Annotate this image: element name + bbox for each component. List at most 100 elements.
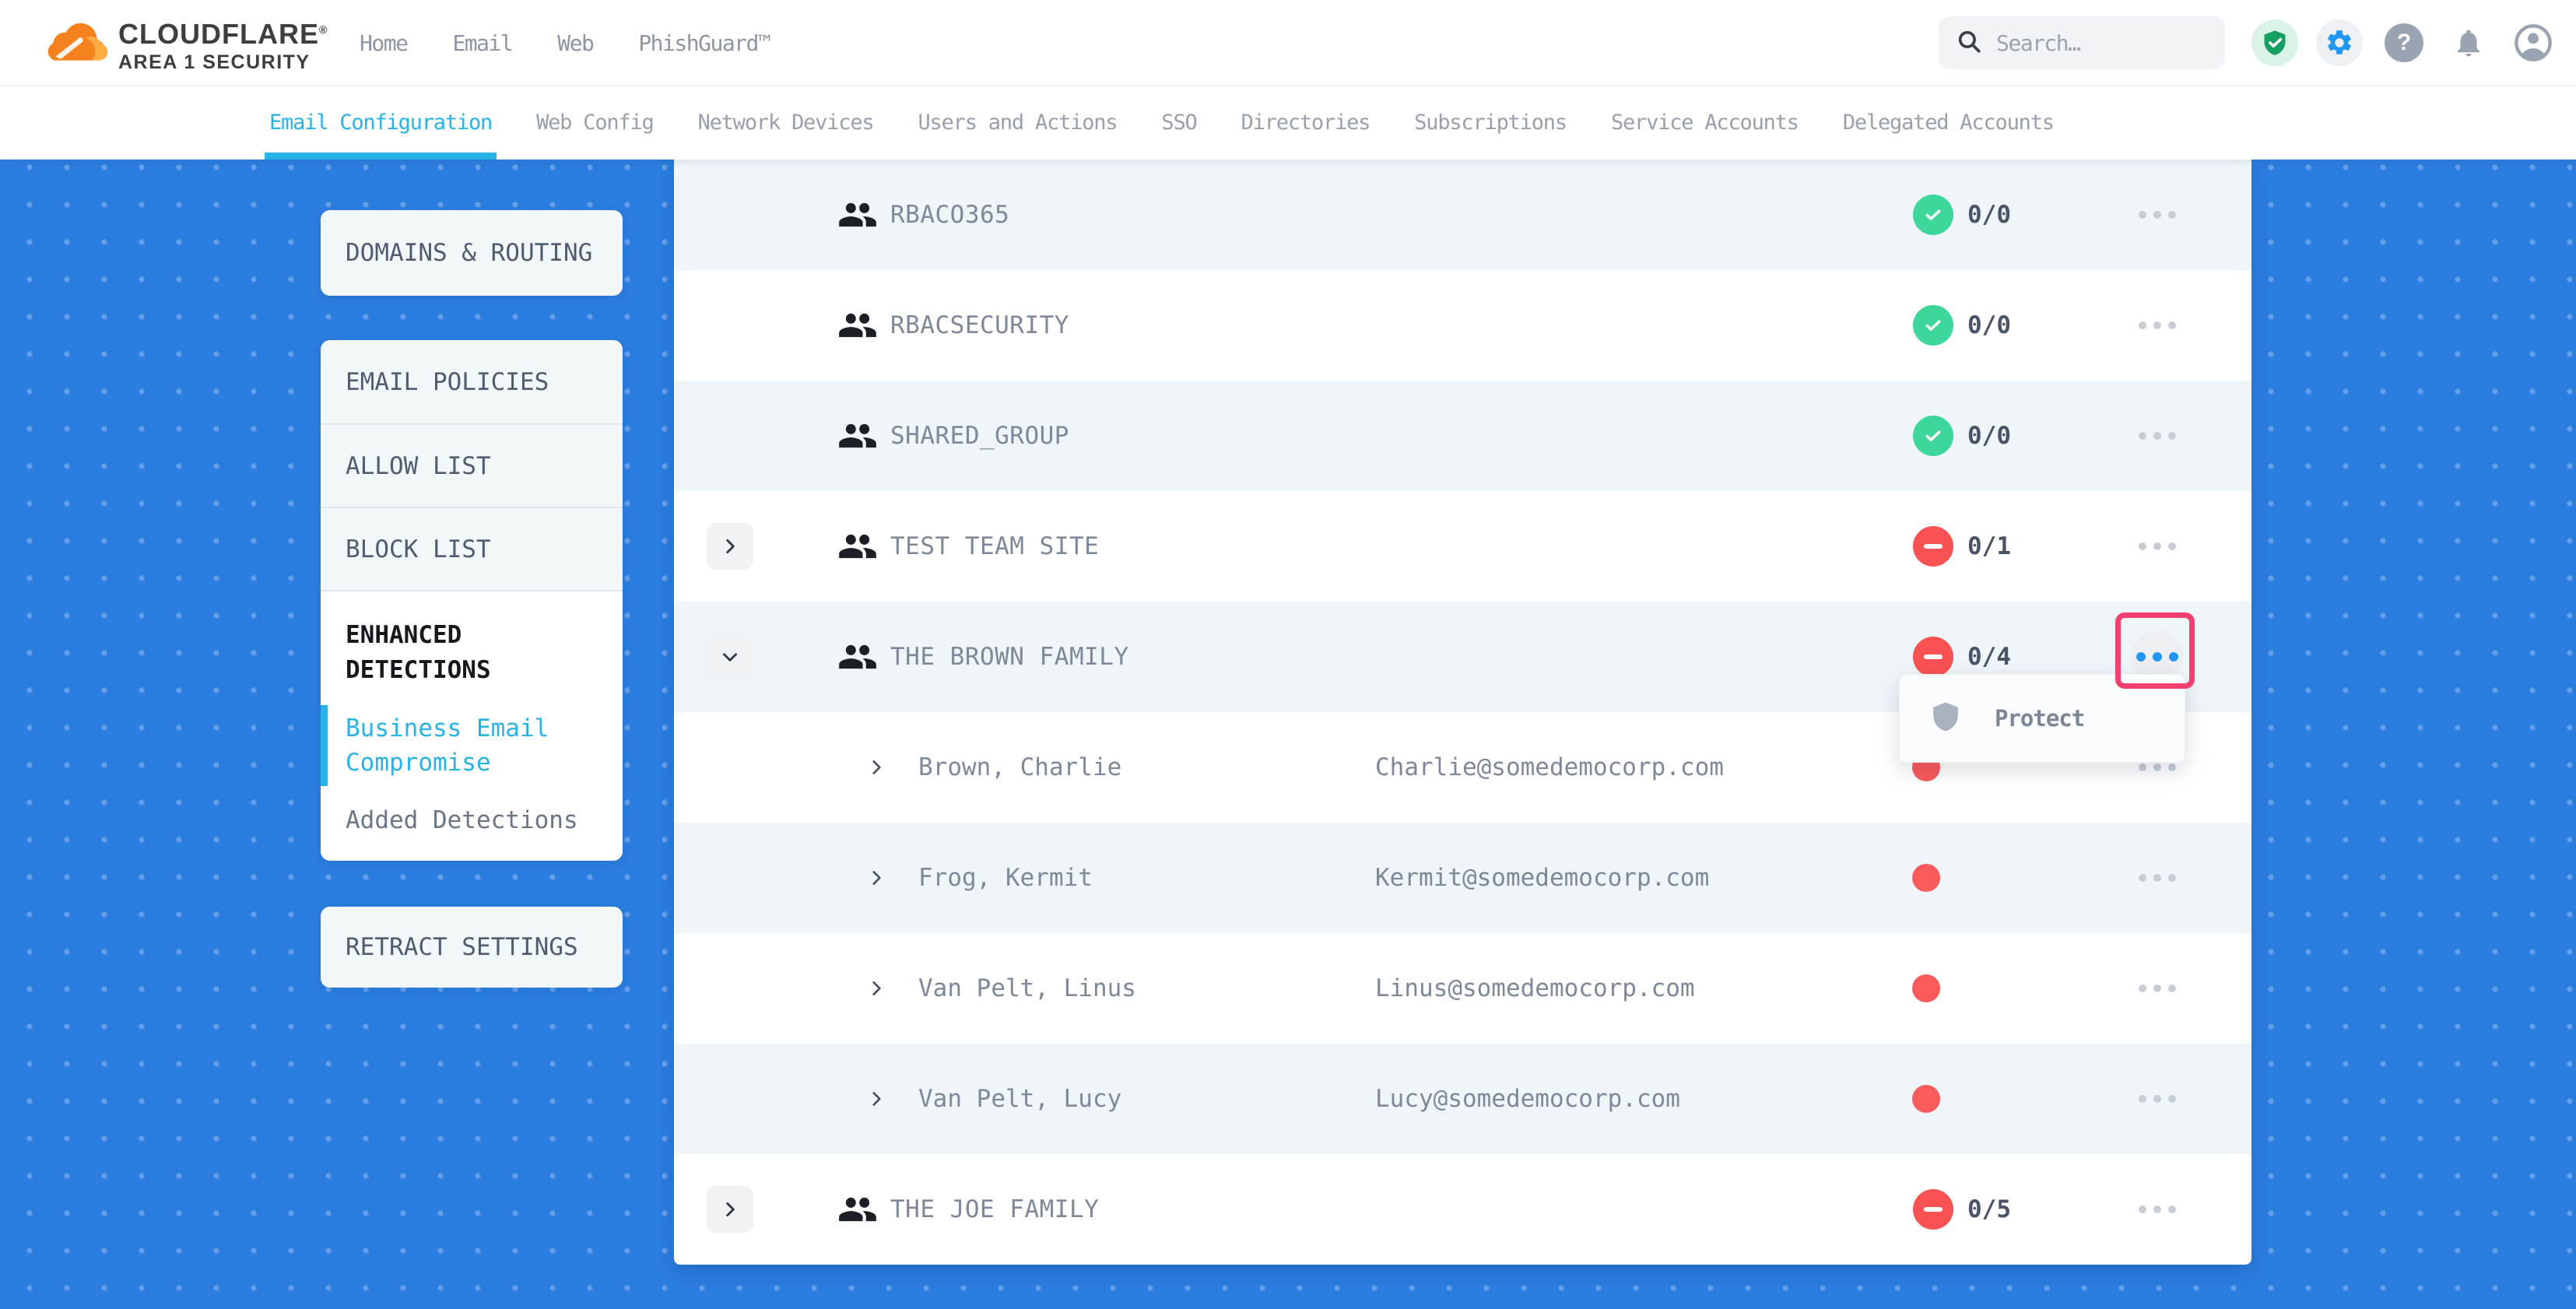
row-menu-button[interactable] xyxy=(2131,1072,2184,1125)
group-name: SHARED_GROUP xyxy=(890,422,1069,450)
protect-menu-label: Protect xyxy=(1995,705,2084,732)
sidebar-item-email-policies[interactable]: EMAIL POLICIES xyxy=(321,340,623,423)
settings-gear-icon[interactable] xyxy=(2316,19,2363,66)
help-icon[interactable]: ? xyxy=(2381,19,2427,66)
tab-delegated-accounts[interactable]: Delegated Accounts xyxy=(1843,86,2054,160)
user-email: Charlie@somedemocorp.com xyxy=(1375,753,1724,781)
user-name: Frog, Kermit xyxy=(918,864,1093,892)
status-badge xyxy=(1913,526,1953,567)
notifications-bell-icon[interactable] xyxy=(2445,19,2492,66)
group-icon xyxy=(837,637,878,677)
user-avatar-icon[interactable] xyxy=(2510,19,2557,66)
protected-count: 0/1 xyxy=(1967,532,2011,560)
search-icon xyxy=(1956,28,1982,58)
table-row-user[interactable]: Van Pelt, Lucy Lucy@somedemocorp.com xyxy=(674,1044,2251,1154)
nav-email[interactable]: Email xyxy=(452,30,512,56)
table-row-group[interactable]: TEST TEAM SITE 0/1 xyxy=(674,491,2251,602)
brand-subtitle: AREA 1 SECURITY xyxy=(118,50,328,75)
sidebar-enhanced-detections-section: ENHANCED DETECTIONS Business Email Compr… xyxy=(321,590,623,861)
protected-count: 0/0 xyxy=(1967,422,2011,450)
sidebar-policies-card: EMAIL POLICIES ALLOW LIST BLOCK LIST ENH… xyxy=(321,340,623,861)
table-row-group[interactable]: SHARED_GROUP 0/0 xyxy=(674,381,2251,491)
table-row-user[interactable]: Frog, Kermit Kermit@somedemocorp.com xyxy=(674,823,2251,933)
row-menu-button[interactable] xyxy=(2131,520,2184,573)
user-email: Kermit@somedemocorp.com xyxy=(1375,864,1709,892)
user-name: Brown, Charlie xyxy=(918,753,1121,781)
user-name: Van Pelt, Lucy xyxy=(918,1085,1121,1113)
user-email: Linus@somedemocorp.com xyxy=(1375,974,1695,1002)
status-dot xyxy=(1912,974,1940,1002)
brand-name: CLOUDFLARE xyxy=(118,18,319,50)
group-icon xyxy=(837,195,878,235)
protected-count: 0/0 xyxy=(1967,311,2011,339)
sidebar-item-retract-settings[interactable]: RETRACT SETTINGS xyxy=(321,907,623,988)
content-area: DOMAINS & ROUTING EMAIL POLICIES ALLOW L… xyxy=(0,160,2576,1309)
user-name: Van Pelt, Linus xyxy=(918,974,1136,1002)
tab-network-devices[interactable]: Network Devices xyxy=(698,86,874,160)
tab-users-and-actions[interactable]: Users and Actions xyxy=(918,86,1117,160)
nav-home[interactable]: Home xyxy=(360,30,407,56)
protected-count: 0/5 xyxy=(1967,1195,2011,1223)
brand-trademark: ® xyxy=(319,23,328,36)
table-row-group[interactable]: RBACO365 0/0 xyxy=(674,160,2251,270)
group-name: RBACO365 xyxy=(890,201,1009,229)
group-icon xyxy=(837,1189,878,1230)
tab-subscriptions[interactable]: Subscriptions xyxy=(1414,86,1567,160)
sidebar-item-added-detections[interactable]: Added Detections xyxy=(346,803,601,837)
row-menu-button[interactable] xyxy=(2131,851,2184,904)
table-row-group[interactable]: RBACSECURITY 0/0 xyxy=(674,270,2251,381)
row-menu-button[interactable] xyxy=(2131,299,2184,352)
expand-chevron-button[interactable] xyxy=(707,1186,753,1233)
tab-web-config[interactable]: Web Config xyxy=(536,86,654,160)
user-chevron-icon[interactable] xyxy=(866,1089,886,1109)
tab-directories[interactable]: Directories xyxy=(1241,86,1370,160)
sidebar-item-block-list[interactable]: BLOCK LIST xyxy=(321,507,623,590)
status-badge xyxy=(1913,305,1953,346)
status-badge xyxy=(1913,637,1953,677)
protected-count: 0/0 xyxy=(1967,201,2011,229)
search-input[interactable] xyxy=(1996,30,2191,56)
sidebar-item-domains-routing[interactable]: DOMAINS & ROUTING xyxy=(321,210,623,296)
status-dot xyxy=(1912,1085,1940,1113)
group-icon xyxy=(837,526,878,567)
sidebar-item-business-email-compromise[interactable]: Business Email Compromise xyxy=(346,711,601,780)
row-menu-button[interactable] xyxy=(2131,188,2184,241)
protect-menu-item[interactable]: Protect xyxy=(1899,674,2185,763)
user-chevron-icon[interactable] xyxy=(866,757,886,777)
group-icon xyxy=(837,305,878,346)
shield-icon xyxy=(1929,700,1962,736)
header-icons: ? xyxy=(2251,0,2557,86)
table-row-group[interactable]: THE JOE FAMILY 0/5 xyxy=(674,1154,2251,1265)
user-chevron-icon[interactable] xyxy=(866,978,886,998)
row-menu-button[interactable] xyxy=(2131,962,2184,1015)
app-header: CLOUDFLARE® AREA 1 SECURITY Home Email W… xyxy=(0,0,2576,86)
nav-phishguard[interactable]: PhishGuard™ xyxy=(638,30,770,56)
search-bar[interactable] xyxy=(1939,16,2225,69)
group-name: THE BROWN FAMILY xyxy=(890,643,1129,671)
group-name: TEST TEAM SITE xyxy=(890,532,1099,560)
user-chevron-icon[interactable] xyxy=(866,868,886,888)
user-email: Lucy@somedemocorp.com xyxy=(1375,1085,1680,1113)
section-tab-bar: Email Configuration Web Config Network D… xyxy=(0,86,2576,160)
protected-count: 0/4 xyxy=(1967,643,2011,671)
group-table: RBACO365 0/0 RBACSECURITY 0/0 SHARED_GRO… xyxy=(674,160,2251,1265)
tab-service-accounts[interactable]: Service Accounts xyxy=(1611,86,1799,160)
row-menu-button[interactable] xyxy=(2131,409,2184,462)
nav-web[interactable]: Web xyxy=(557,30,593,56)
status-dot xyxy=(1912,864,1940,892)
cloudflare-logo-icon xyxy=(41,11,113,75)
security-status-icon[interactable] xyxy=(2251,19,2298,66)
main-nav: Home Email Web PhishGuard™ xyxy=(360,0,770,86)
status-badge xyxy=(1913,1189,1953,1230)
row-menu-button[interactable] xyxy=(2131,1183,2184,1236)
expand-chevron-button[interactable] xyxy=(707,523,753,570)
tab-email-configuration[interactable]: Email Configuration xyxy=(269,86,492,160)
group-icon xyxy=(837,416,878,456)
expand-chevron-button[interactable] xyxy=(707,633,753,680)
group-name: THE JOE FAMILY xyxy=(890,1195,1099,1223)
status-badge xyxy=(1913,195,1953,235)
enhanced-detections-heading: ENHANCED DETECTIONS xyxy=(346,618,601,688)
tab-sso[interactable]: SSO xyxy=(1161,86,1196,160)
table-row-user[interactable]: Van Pelt, Linus Linus@somedemocorp.com xyxy=(674,933,2251,1044)
sidebar-item-allow-list[interactable]: ALLOW LIST xyxy=(321,423,623,507)
